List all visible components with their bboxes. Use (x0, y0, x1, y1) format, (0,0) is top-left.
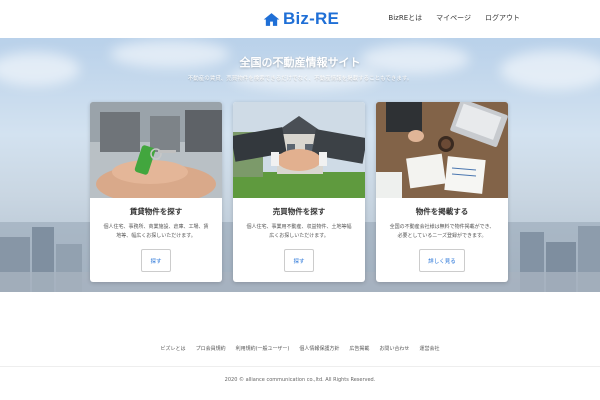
view-details-button[interactable]: 詳しく見る (419, 249, 465, 272)
handshake-house-image (233, 102, 365, 198)
hero-subtitle: 不動産の賃貸、売買物件を検索できるだけでなく、不動産情報を掲載することもできます… (187, 76, 413, 82)
nav-mypage[interactable]: マイページ (436, 13, 471, 23)
footer-link-privacy[interactable]: 個人情報保護方針 (299, 345, 339, 352)
card-desc-line: 個人住宅、事務所、商業施設、倉庫、工場、賃 (103, 224, 209, 230)
card-title: 物件を掲載する (415, 207, 469, 216)
card-rent-search: 賃貸物件を探す 個人住宅、事務所、商業施設、倉庫、工場、賃 地等、幅広くお探しい… (90, 102, 222, 282)
search-rent-button[interactable]: 探す (141, 249, 171, 272)
business-desk-image (376, 102, 508, 198)
key-in-hand-image (90, 102, 222, 198)
card-description: 全国の不動産会社様は無料で物件掲載ができ、 必要としているニーズ登録ができます。 (386, 223, 498, 241)
footer-link-pro-terms[interactable]: プロ会員規約 (196, 345, 226, 352)
card-desc-line: 個人住宅、事業用不動産、収益物件、土地等幅 (246, 224, 352, 230)
hero-title: 全国の不動産情報サイト (239, 56, 361, 69)
nav-about[interactable]: BizREとは (388, 13, 422, 23)
footer-divider (0, 366, 600, 367)
footer-link-contact[interactable]: お問い合わせ (379, 345, 409, 352)
footer-link-terms[interactable]: 利用規約(一般ユーザー) (236, 345, 290, 352)
card-post-listing: 物件を掲載する 全国の不動産会社様は無料で物件掲載ができ、 必要としているニーズ… (376, 102, 508, 282)
card-description: 個人住宅、事業用不動産、収益物件、土地等幅 広くお探しいただけます。 (243, 223, 355, 241)
card-sale-search: 売買物件を探す 個人住宅、事業用不動産、収益物件、土地等幅 広くお探しいただけま… (233, 102, 365, 282)
main-nav: BizREとは マイページ ログアウト (388, 13, 520, 23)
site-logo[interactable]: Biz-RE (263, 8, 339, 30)
nav-logout[interactable]: ログアウト (485, 13, 520, 23)
footer-link-ads[interactable]: 広告掲載 (349, 345, 369, 352)
card-title: 売買物件を探す (272, 207, 326, 216)
logo-text: Biz-RE (283, 9, 339, 28)
card-title: 賃貸物件を探す (129, 207, 183, 216)
footer-links: ビズレとは プロ会員規約 利用規約(一般ユーザー) 個人情報保護方針 広告掲載 … (0, 345, 600, 352)
card-desc-line: 全国の不動産会社様は無料で物件掲載ができ、 (389, 224, 495, 230)
footer-link-company[interactable]: 運営会社 (419, 345, 439, 352)
copyright-text: 2020 © alliance communication co.,ltd. A… (224, 377, 376, 383)
card-desc-line: 広くお探しいただけます。 (269, 233, 329, 239)
footer-link-about[interactable]: ビズレとは (161, 345, 186, 352)
card-description: 個人住宅、事務所、商業施設、倉庫、工場、賃 地等、幅広くお探しいただけます。 (100, 223, 212, 241)
card-desc-line: 地等、幅広くお探しいただけます。 (116, 233, 196, 239)
site-header: Biz-RE BizREとは マイページ ログアウト (0, 0, 600, 38)
house-icon (263, 12, 280, 26)
search-sale-button[interactable]: 探す (284, 249, 314, 272)
card-desc-line: 必要としているニーズ登録ができます。 (397, 233, 487, 239)
